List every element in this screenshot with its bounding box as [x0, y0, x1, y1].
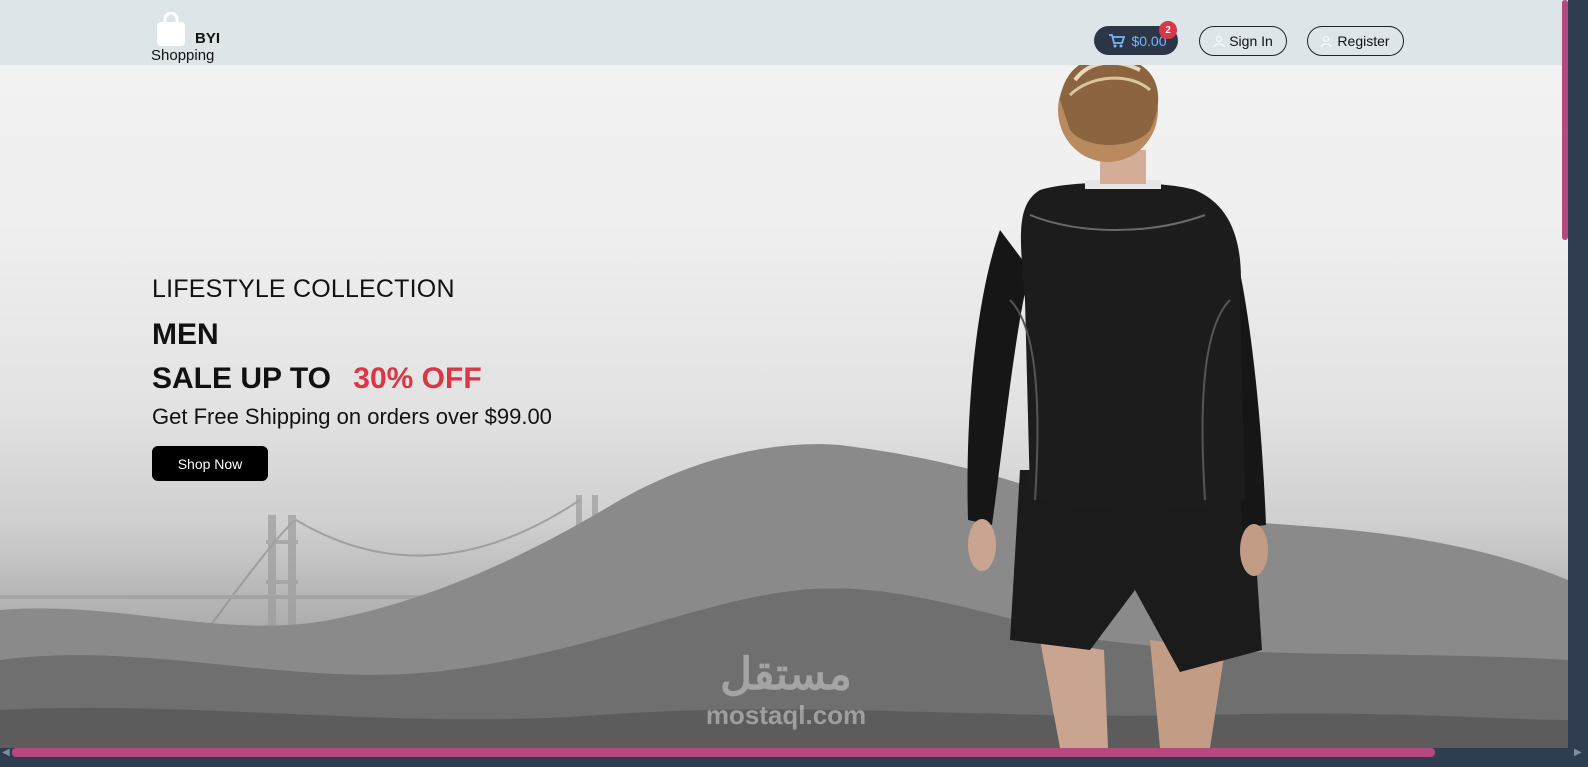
collection-heading: LIFESTYLE COLLECTION: [152, 275, 455, 303]
category-heading: MEN: [152, 318, 219, 351]
brand-logo[interactable]: BYI Shopping: [151, 12, 241, 64]
sale-discount: 30% OFF: [353, 362, 482, 395]
horizontal-scrollbar-thumb[interactable]: [12, 748, 1435, 757]
sale-prefix: SALE UP TO: [152, 362, 331, 395]
user-add-icon: [1321, 36, 1332, 47]
brand-subtitle: Shopping: [151, 47, 215, 64]
shopping-bag-icon: [157, 12, 185, 46]
cart-count-badge: 2: [1159, 21, 1177, 39]
hero-text-block: LIFESTYLE COLLECTION MEN SALE UP TO 30% …: [152, 275, 552, 481]
user-icon: [1213, 36, 1225, 47]
shipping-note: Get Free Shipping on orders over $99.00: [152, 404, 552, 429]
watermark: مستقل mostaql.com: [686, 650, 886, 731]
vertical-scrollbar-thumb[interactable]: [1562, 0, 1568, 240]
watermark-domain: mostaql.com: [705, 700, 867, 730]
shop-now-button[interactable]: Shop Now: [152, 446, 268, 481]
sale-heading: SALE UP TO 30% OFF: [152, 362, 552, 396]
register-button[interactable]: Register: [1307, 26, 1404, 56]
sign-in-label: Sign In: [1229, 33, 1273, 49]
watermark-arabic: مستقل: [720, 650, 852, 699]
cart-icon: [1109, 33, 1126, 47]
scroll-left-arrow-icon[interactable]: ◀: [2, 747, 10, 758]
register-label: Register: [1337, 33, 1390, 49]
sign-in-button[interactable]: Sign In: [1199, 26, 1287, 56]
scroll-right-arrow-icon[interactable]: ▶: [1574, 747, 1582, 758]
vertical-scrollbar-track[interactable]: [1568, 0, 1588, 748]
top-navbar: BYI Shopping $0.00 2 Sign In Register: [0, 0, 1568, 65]
brand-name: BYI: [195, 30, 221, 47]
